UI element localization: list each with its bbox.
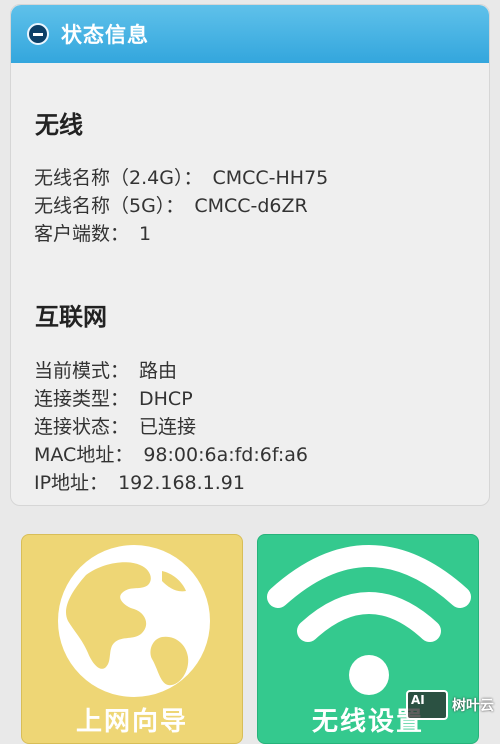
- row-value: 1: [139, 223, 152, 245]
- internet-heading: 互联网: [35, 303, 107, 331]
- row-label: 连接类型：: [34, 388, 130, 410]
- mode-row: 当前模式： 路由: [34, 356, 177, 383]
- ip-address-row: IP地址： 192.168.1.91: [34, 468, 245, 495]
- watermark-text: 树叶云: [452, 698, 494, 714]
- row-label: 客户端数：: [34, 223, 130, 245]
- collapse-icon[interactable]: [27, 23, 49, 45]
- row-label: IP地址：: [34, 472, 109, 494]
- setup-wizard-label: 上网向导: [75, 707, 188, 737]
- client-count-row: 客户端数： 1: [34, 219, 151, 246]
- row-label: 连接状态：: [34, 416, 130, 438]
- panel-title: 状态信息: [61, 23, 149, 47]
- status-panel: 状态信息 无线 无线名称（2.4G）： CMCC-HH75 无线名称（5G）： CM…: [10, 4, 490, 506]
- row-label: 无线名称（5G）：: [34, 195, 185, 217]
- connection-status-row: 连接状态： 已连接: [34, 412, 196, 439]
- row-value: CMCC-HH75: [212, 167, 329, 189]
- setup-wizard-tile[interactable]: 上网向导: [21, 534, 243, 744]
- mac-address-row: MAC地址： 98:00:6a:fd:6f:a6: [34, 440, 308, 467]
- row-value: CMCC-d6ZR: [194, 195, 308, 217]
- row-value: 98:00:6a:fd:6f:a6: [143, 444, 309, 466]
- row-value: 路由: [139, 360, 178, 382]
- panel-header: 状态信息: [11, 5, 489, 63]
- wireless-name-24g-row: 无线名称（2.4G）： CMCC-HH75: [34, 163, 328, 190]
- wireless-heading: 无线: [35, 111, 83, 139]
- row-label: 无线名称（2.4G）：: [34, 167, 203, 189]
- row-label: MAC地址：: [34, 444, 134, 466]
- watermark: AI 树叶云: [406, 690, 494, 720]
- row-value: 192.168.1.91: [118, 472, 245, 494]
- row-label: 当前模式：: [34, 360, 130, 382]
- wireless-name-5g-row: 无线名称（5G）： CMCC-d6ZR: [34, 191, 308, 218]
- row-value: 已连接: [139, 416, 197, 438]
- watermark-logo: AI: [406, 690, 448, 720]
- row-value: DHCP: [139, 388, 193, 410]
- connection-type-row: 连接类型： DHCP: [34, 384, 193, 411]
